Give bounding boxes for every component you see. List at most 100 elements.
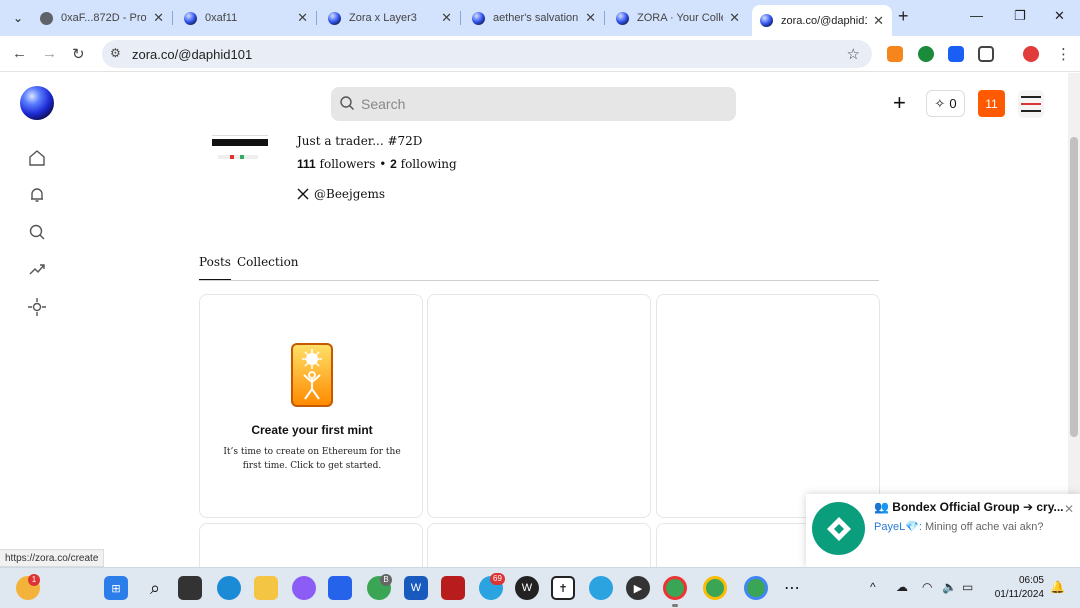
media-player-icon[interactable]: ▶ <box>626 576 650 600</box>
sparks-button[interactable]: ✧ 0 <box>926 90 965 117</box>
chrome-icon-2[interactable] <box>744 576 768 600</box>
following-count[interactable]: 2 <box>390 157 397 171</box>
tab-6-active[interactable]: zora.co/@daphid1 ✕ <box>752 5 892 36</box>
back-button[interactable]: ← <box>12 45 27 62</box>
close-icon[interactable]: ✕ <box>441 10 452 26</box>
tab-5[interactable]: ZORA · Your Collec ✕ <box>608 5 748 31</box>
windows-start-icon[interactable]: ⊞ <box>104 576 128 600</box>
browser-menu-button[interactable]: ⋮ <box>1056 45 1071 63</box>
tab-3[interactable]: Zora x Layer3 ✕ <box>320 5 461 31</box>
tab-1[interactable]: 0xaF...872D - Profil ✕ <box>32 5 173 31</box>
extension-icon-green[interactable] <box>918 46 934 62</box>
profile-avatar-icon[interactable] <box>1023 46 1039 62</box>
page-scrollbar[interactable] <box>1068 73 1080 567</box>
telegram-notification-toast[interactable]: 👥 Bondex Official Group ➔ cry... PayeL💎:… <box>806 494 1080 567</box>
tab-search-button[interactable]: ⌄ <box>6 6 30 30</box>
zora-icon <box>760 14 773 27</box>
bookmark-star-icon[interactable]: ☆ <box>847 45 860 63</box>
crosshair-mint-icon[interactable] <box>26 296 48 318</box>
search-icon[interactable] <box>26 221 48 243</box>
zora-logo[interactable] <box>20 86 54 120</box>
close-icon[interactable]: ✕ <box>873 13 884 29</box>
close-window-button[interactable]: ✕ <box>1054 8 1065 24</box>
tab-2[interactable]: 0xaf11 ✕ <box>176 5 317 31</box>
close-icon[interactable]: ✕ <box>1064 502 1074 516</box>
empty-post-card <box>199 523 423 567</box>
zora-icon <box>328 11 341 25</box>
followers-count[interactable]: 111 <box>297 157 316 171</box>
notifications-count-button[interactable]: 11 <box>978 90 1005 117</box>
zora-icon <box>616 11 629 25</box>
windows-taskbar: 1 ⊞ ⌕ B W 69 W ✝ ▶ ⋯ ^ ☁ ◠ 🔈 ▭ 06:05 01/… <box>0 567 1080 608</box>
bell-icon[interactable] <box>26 184 48 206</box>
twitter-link[interactable]: @Beejgems <box>297 187 385 201</box>
restore-button[interactable]: ❐ <box>1014 8 1026 24</box>
battery-icon[interactable]: ▭ <box>962 580 973 594</box>
profile-tabs: Posts Collection <box>199 253 879 281</box>
edge-icon[interactable] <box>217 576 241 600</box>
twitter-handle[interactable]: @Beejgems <box>314 187 385 201</box>
home-icon[interactable] <box>26 147 48 169</box>
group-icon: 👥 <box>874 500 889 514</box>
taskbar-clock[interactable]: 06:05 01/11/2024 <box>992 574 1044 602</box>
status-bar-url: https://zora.co/create <box>0 549 105 567</box>
url-text[interactable]: zora.co/@daphid101 <box>132 47 252 62</box>
notification-bell-icon[interactable]: 🔔 <box>1050 580 1065 594</box>
site-info-icon[interactable]: ⚙ <box>110 46 121 60</box>
word-icon[interactable]: W <box>404 576 428 600</box>
wifi-icon[interactable]: ◠ <box>922 580 932 594</box>
extensions-puzzle-icon[interactable] <box>978 46 994 62</box>
follow-separator: • <box>379 157 387 171</box>
forward-button[interactable]: → <box>42 45 57 62</box>
taskbar-search-icon[interactable]: ⌕ <box>143 576 167 600</box>
minimize-button[interactable]: — <box>970 8 983 23</box>
chrome-icon[interactable] <box>703 576 727 600</box>
close-icon[interactable]: ✕ <box>297 10 308 26</box>
create-plus-button[interactable]: + <box>893 92 906 114</box>
extension-icon-blue[interactable] <box>948 46 964 62</box>
user-avatar-button[interactable] <box>1018 90 1044 118</box>
close-icon[interactable]: ✕ <box>153 10 164 26</box>
sparks-count: 0 <box>949 96 957 111</box>
speaker-muted-icon[interactable]: 🔈 <box>942 580 957 594</box>
file-explorer-icon[interactable] <box>254 576 278 600</box>
search-icon <box>340 96 354 110</box>
chrome-profile-badge: B <box>380 574 392 586</box>
cloud-icon[interactable]: ☁ <box>896 580 908 594</box>
trending-icon[interactable] <box>26 258 48 280</box>
search-placeholder: Search <box>361 96 406 112</box>
reload-button[interactable]: ↻ <box>72 45 85 63</box>
close-icon[interactable]: ✕ <box>585 10 596 26</box>
search-input[interactable]: Search <box>331 87 736 121</box>
tray-chevron-icon[interactable]: ^ <box>870 580 876 594</box>
more-apps-icon[interactable]: ⋯ <box>780 576 804 600</box>
chrome-active-icon[interactable] <box>663 576 687 600</box>
task-view-icon[interactable] <box>178 576 202 600</box>
tab-posts[interactable]: Posts <box>199 255 231 280</box>
tab-4[interactable]: aether's salvation ✕ <box>464 5 605 31</box>
followers-label[interactable]: followers <box>320 157 376 171</box>
address-bar[interactable]: ⚙ zora.co/@daphid101 ☆ <box>102 40 872 68</box>
copilot-icon[interactable] <box>292 576 316 600</box>
page-content: Just a trader... #72D 111 followers • 2 … <box>0 73 1068 567</box>
bible-cross-icon[interactable]: ✝ <box>551 576 575 600</box>
telegram-desktop-icon[interactable] <box>589 576 613 600</box>
following-label[interactable]: following <box>401 157 457 171</box>
wordpress-icon[interactable]: W <box>515 576 539 600</box>
store-icon[interactable] <box>328 576 352 600</box>
scrollbar-thumb[interactable] <box>1070 137 1078 437</box>
new-tab-button[interactable]: + <box>898 6 909 27</box>
tab-title: 0xaF...872D - Profil <box>61 12 148 24</box>
tab-title: aether's salvation <box>493 12 579 24</box>
create-first-mint-card[interactable]: Create your first mint It’s time to crea… <box>199 294 423 518</box>
bible-app-icon[interactable] <box>441 576 465 600</box>
metamask-extension-icon[interactable] <box>887 46 903 62</box>
create-mint-title: Create your first mint <box>251 423 373 437</box>
tab-strip: ⌄ 0xaF...872D - Profil ✕ 0xaf11 ✕ Zora x… <box>0 0 1080 36</box>
profile-banner-thumbnail <box>210 131 270 165</box>
create-mint-description: It’s time to create on Ethereum for the … <box>223 447 401 471</box>
tab-collection[interactable]: Collection <box>237 255 299 279</box>
tab-title: Zora x Layer3 <box>349 12 417 24</box>
toast-message: Mining off ache vai akn? <box>925 521 1044 533</box>
close-icon[interactable]: ✕ <box>729 10 740 26</box>
